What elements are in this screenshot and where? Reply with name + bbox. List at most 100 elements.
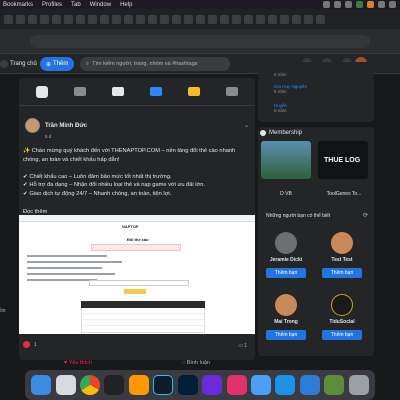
status-icon[interactable] bbox=[345, 1, 352, 8]
avatar[interactable] bbox=[331, 232, 353, 254]
add-friend-button[interactable]: Thêm bạn bbox=[322, 330, 362, 340]
status-icon[interactable] bbox=[389, 1, 396, 8]
comment-count[interactable]: ▭ 1 bbox=[238, 343, 247, 349]
reaction-summary[interactable]: 1 bbox=[23, 341, 37, 348]
tab-favicon[interactable] bbox=[76, 14, 85, 24]
tab-favicon[interactable] bbox=[208, 14, 217, 24]
post-image[interactable]: NAPTOP Đổi thẻ cào bbox=[19, 215, 255, 334]
music-icon[interactable] bbox=[188, 87, 200, 96]
avatar[interactable] bbox=[275, 232, 297, 254]
friend-name[interactable]: Mai Trong bbox=[262, 318, 310, 327]
finder-icon[interactable] bbox=[31, 375, 52, 395]
friend-name[interactable]: Jeramie Dicki bbox=[262, 256, 310, 265]
trash-icon[interactable] bbox=[348, 375, 369, 395]
like-button[interactable]: ♥ Yêu thích bbox=[64, 360, 92, 370]
comment-button[interactable]: ◌ Bình luận bbox=[182, 360, 210, 370]
friend-name[interactable]: Test Test bbox=[318, 256, 366, 265]
add-friend-button[interactable]: Thêm bạn bbox=[322, 268, 362, 278]
tab-favicon[interactable] bbox=[88, 14, 97, 24]
sticker-icon[interactable] bbox=[112, 87, 124, 96]
add-friend-button[interactable]: Thêm bạn bbox=[266, 268, 306, 278]
menu-bookmarks[interactable]: Bookmarks bbox=[3, 2, 33, 8]
embedded-browser-bar bbox=[19, 215, 255, 222]
add-friend-button[interactable]: Thêm bạn bbox=[266, 330, 306, 340]
more-button[interactable]: ⊕ Thêm bbox=[40, 57, 75, 71]
terminal-icon[interactable] bbox=[104, 375, 125, 395]
windows-app-icon[interactable] bbox=[299, 375, 320, 395]
address-bar[interactable] bbox=[30, 35, 370, 48]
status-icon[interactable] bbox=[334, 1, 341, 8]
tab-favicon[interactable] bbox=[184, 14, 193, 24]
tab-favicon[interactable] bbox=[196, 14, 205, 24]
tab-favicon[interactable] bbox=[100, 14, 109, 24]
tab-favicon[interactable] bbox=[136, 14, 145, 24]
tab-favicon[interactable] bbox=[280, 14, 289, 24]
avatar[interactable] bbox=[331, 294, 353, 316]
like-label: Yêu thích bbox=[68, 360, 92, 366]
tab-favicon[interactable] bbox=[16, 14, 25, 24]
composer-icon[interactable] bbox=[36, 85, 48, 98]
group-item[interactable]: Huyền 8 năm bbox=[274, 103, 287, 113]
membership-name[interactable]: ToolGenes To... bbox=[316, 191, 372, 197]
intellij-icon[interactable] bbox=[226, 375, 247, 395]
tab-favicon[interactable] bbox=[124, 14, 133, 24]
menu-profiles[interactable]: Profiles bbox=[42, 2, 62, 8]
refresh-icon[interactable]: ⟳ bbox=[363, 212, 368, 219]
post-actions: ♥ Yêu thích ◌ Bình luận bbox=[19, 360, 255, 370]
tab-favicon[interactable] bbox=[172, 14, 181, 24]
tab-favicon[interactable] bbox=[304, 14, 313, 24]
tab-favicon[interactable] bbox=[292, 14, 301, 24]
status-icon[interactable] bbox=[378, 1, 385, 8]
tab-favicon[interactable] bbox=[64, 14, 73, 24]
search-input[interactable]: ⌕ Tìm kiếm người, trang, nhóm và #hashta… bbox=[80, 57, 230, 71]
image-icon[interactable] bbox=[74, 87, 86, 96]
avatar[interactable] bbox=[275, 294, 297, 316]
docker-icon[interactable] bbox=[275, 375, 296, 395]
avatar[interactable] bbox=[25, 118, 40, 133]
membership-thumbnail[interactable]: THUE LOG bbox=[318, 141, 368, 179]
tab-favicon[interactable] bbox=[256, 14, 265, 24]
tab-favicon[interactable] bbox=[232, 14, 241, 24]
membership-name[interactable]: D VB bbox=[258, 191, 314, 197]
tab-favicon[interactable] bbox=[220, 14, 229, 24]
menubar-status-icons bbox=[323, 1, 396, 8]
status-icon[interactable] bbox=[356, 1, 363, 8]
group-time: 8 năm bbox=[274, 108, 287, 113]
comment-count-value: 1 bbox=[244, 343, 247, 349]
post-author[interactable]: Trần Minh Đức bbox=[45, 123, 87, 129]
tab-favicon[interactable] bbox=[4, 14, 13, 24]
post-menu-icon[interactable]: ⌄ bbox=[244, 122, 249, 129]
friend-name[interactable]: TiduSocial bbox=[318, 318, 366, 327]
tab-favicon[interactable] bbox=[160, 14, 169, 24]
status-icon[interactable] bbox=[323, 1, 330, 8]
tab-favicon[interactable] bbox=[268, 14, 277, 24]
tab-favicon[interactable] bbox=[40, 14, 49, 24]
home-link[interactable]: Trang chủ bbox=[0, 58, 37, 70]
group-item[interactable]: Gia Huy Nguyên 8 năm bbox=[274, 84, 307, 94]
launchpad-icon[interactable] bbox=[55, 375, 76, 395]
group-item[interactable]: 8 năm bbox=[274, 72, 287, 77]
minecraft-icon[interactable] bbox=[324, 375, 345, 395]
tab-favicon[interactable] bbox=[112, 14, 121, 24]
tab-favicon[interactable] bbox=[52, 14, 61, 24]
phpstorm-icon[interactable] bbox=[202, 375, 223, 395]
chrome-icon[interactable] bbox=[80, 375, 101, 395]
menu-tab[interactable]: Tab bbox=[71, 2, 81, 8]
search-placeholder: Tìm kiếm người, trang, nhóm và #hashtags bbox=[92, 61, 198, 67]
status-icon[interactable] bbox=[367, 1, 374, 8]
people-you-may-know-card: Những người bạn có thể biết ⟳ Jeramie Di… bbox=[258, 206, 374, 356]
post-time[interactable]: 5 d bbox=[45, 134, 51, 139]
tab-favicon[interactable] bbox=[148, 14, 157, 24]
tab-favicon[interactable] bbox=[316, 14, 325, 24]
sublime-icon[interactable] bbox=[128, 375, 149, 395]
tab-favicon[interactable] bbox=[244, 14, 253, 24]
menu-help[interactable]: Help bbox=[120, 2, 132, 8]
file-icon[interactable] bbox=[226, 87, 238, 96]
menu-window[interactable]: Window bbox=[90, 2, 111, 8]
photoshop-icon[interactable] bbox=[177, 375, 198, 395]
webstorm-icon[interactable] bbox=[153, 375, 174, 395]
membership-thumbnail[interactable] bbox=[261, 141, 311, 179]
tab-favicon[interactable] bbox=[28, 14, 37, 24]
video-icon[interactable] bbox=[150, 87, 162, 96]
mail-icon[interactable] bbox=[251, 375, 271, 395]
